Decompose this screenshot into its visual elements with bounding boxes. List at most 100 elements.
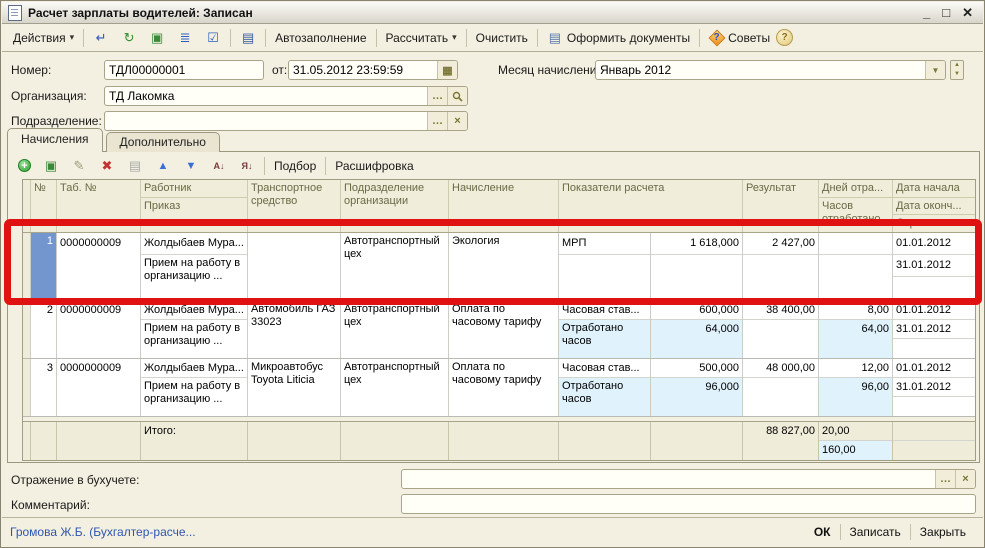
spin-down-icon[interactable]: ▼ [951, 70, 963, 79]
cell-department[interactable]: Автотранспортный цех [341, 301, 449, 358]
cell-worker[interactable]: Жолдыбаев Мура... Прием на работу в орга… [141, 233, 248, 300]
cell-tab-number[interactable]: 0000000009 [57, 233, 141, 300]
calendar-icon[interactable]: ▦ [437, 61, 457, 79]
close-window-button[interactable]: Закрыть [911, 523, 975, 541]
month-spinner[interactable]: ▲ ▼ [950, 60, 964, 80]
tab-additional[interactable]: Дополнительно [106, 132, 220, 152]
cell-department[interactable]: Автотранспортный цех [341, 359, 449, 416]
cell-tab-number[interactable]: 0000000009 [57, 301, 141, 358]
sort-desc-button[interactable]: Я↓ [233, 158, 261, 174]
organization-field[interactable]: ТД Лакомка … [104, 86, 468, 106]
move-down-button[interactable]: ▼ [177, 155, 205, 177]
row-gutter[interactable] [23, 359, 31, 416]
cell-indicator-value[interactable]: 1 618,000 [651, 233, 743, 300]
ok-button[interactable]: ОК [805, 523, 840, 541]
cell-days-hours[interactable]: 8,00 64,00 [819, 301, 893, 358]
make-documents-button[interactable]: ▤ Оформить документы [541, 27, 696, 49]
sort-asc-button[interactable]: А↓ [205, 158, 233, 174]
cell-dates[interactable]: 01.01.2012 31.01.2012 [893, 359, 975, 416]
cell-num[interactable]: 1 [31, 233, 57, 300]
tab-bar: Начисления Дополнительно [7, 129, 223, 152]
row-gutter[interactable] [23, 233, 31, 300]
clear-field-icon[interactable]: × [955, 470, 975, 488]
move-down-icon: ▼ [183, 158, 199, 174]
spin-up-icon[interactable]: ▲ [951, 61, 963, 70]
comment-field[interactable] [401, 494, 976, 514]
cell-days-hours[interactable] [819, 233, 893, 300]
row-gutter[interactable] [23, 301, 31, 358]
date-field[interactable]: 31.05.2012 23:59:59 ▦ [288, 60, 458, 80]
detail-button[interactable]: Расшифровка [329, 156, 419, 176]
cell-indicator-name[interactable]: Часовая став... Отработано часов [559, 301, 651, 358]
list-settings-button[interactable]: ≣ [171, 27, 199, 49]
cell-indicator-name[interactable]: Часовая став... Отработано часов [559, 359, 651, 416]
number-label: Номер: [11, 63, 51, 77]
actions-menu-button[interactable]: Действия ▾ [7, 28, 80, 48]
cell-vehicle[interactable] [248, 233, 341, 300]
cell-vehicle[interactable]: Микроавтобус Toyota Liticia [248, 359, 341, 416]
cell-num[interactable]: 2 [31, 301, 57, 358]
cell-indicator-name[interactable]: МРП [559, 233, 651, 300]
search-icon[interactable] [447, 87, 467, 105]
cell-accrual[interactable]: Оплата по часовому тарифу [449, 359, 559, 416]
select-dots-icon[interactable]: … [427, 112, 447, 130]
clear-button[interactable]: Очистить [470, 28, 534, 48]
organization-label: Организация: [11, 89, 87, 103]
checklist-button[interactable]: ☑ [199, 27, 227, 49]
totals-row: Итого: 88 827,00 20,00 160,00 [23, 421, 975, 460]
minimize-button[interactable]: _ [923, 6, 930, 20]
separator [325, 157, 326, 175]
autofill-button[interactable]: Автозаполнение [269, 28, 372, 48]
cell-accrual[interactable]: Экология [449, 233, 559, 300]
outline-button[interactable]: ▤ [234, 27, 262, 49]
move-up-button[interactable]: ▲ [149, 155, 177, 177]
pick-button[interactable]: Подбор [268, 156, 322, 176]
header-indicators: Показатели расчета [559, 180, 743, 232]
actions-label: Действия [13, 31, 66, 45]
copy-document-button[interactable]: ▣ [143, 27, 171, 49]
add-row-button[interactable]: + [12, 156, 37, 175]
calculate-label: Рассчитать [386, 31, 449, 45]
cell-worker[interactable]: Жолдыбаев Мура... Прием на работу в орга… [141, 359, 248, 416]
select-dots-icon[interactable]: … [427, 87, 447, 105]
separator [376, 29, 377, 47]
end-edit-button[interactable]: ▤ [121, 155, 149, 177]
cell-department[interactable]: Автотранспортный цех [341, 233, 449, 300]
delete-row-button[interactable]: ✖ [93, 155, 121, 177]
cell-indicator-value[interactable]: 500,000 96,000 [651, 359, 743, 416]
clear-field-icon[interactable]: × [447, 112, 467, 130]
edit-row-button[interactable]: ✎ [65, 155, 93, 177]
cell-result[interactable]: 38 400,00 [743, 301, 819, 358]
tab-accruals[interactable]: Начисления [7, 128, 103, 152]
comment-label: Комментарий: [11, 498, 90, 512]
cell-tab-number[interactable]: 0000000009 [57, 359, 141, 416]
cell-accrual[interactable]: Оплата по часовому тарифу [449, 301, 559, 358]
maximize-button[interactable]: □ [942, 6, 950, 20]
refresh-button[interactable]: ↻ [115, 27, 143, 49]
cell-num[interactable]: 3 [31, 359, 57, 416]
reflection-field[interactable]: … × [401, 469, 976, 489]
copy-row-button[interactable]: ▣ [37, 155, 65, 177]
cell-indicator-value[interactable]: 600,000 64,000 [651, 301, 743, 358]
cell-worker[interactable]: Жолдыбаев Мура... Прием на работу в орга… [141, 301, 248, 358]
month-field[interactable]: Январь 2012 ▼ [595, 60, 946, 80]
help-button[interactable]: ? [776, 29, 793, 46]
cell-dates[interactable]: 01.01.2012 31.01.2012 [893, 301, 975, 358]
document-icon [8, 5, 22, 21]
tips-button[interactable]: ? Советы [703, 27, 776, 48]
reread-button[interactable]: ↵ [87, 27, 115, 49]
cell-vehicle[interactable]: Автомобиль ГАЗ 33023 [248, 301, 341, 358]
dropdown-icon[interactable]: ▼ [925, 61, 945, 79]
calculate-menu-button[interactable]: Рассчитать ▾ [380, 28, 463, 48]
close-button[interactable]: ✕ [962, 6, 973, 20]
cell-days-hours[interactable]: 12,00 96,00 [819, 359, 893, 416]
cell-result[interactable]: 48 000,00 [743, 359, 819, 416]
select-dots-icon[interactable]: … [935, 470, 955, 488]
number-field[interactable]: ТДЛ00000001 [104, 60, 264, 80]
cell-result[interactable]: 2 427,00 [743, 233, 819, 300]
cell-dates[interactable]: 01.01.2012 31.01.2012 [893, 233, 975, 300]
totals-empty [449, 422, 559, 460]
responsible-user-link[interactable]: Громова Ж.Б. (Бухгалтер-расче... [10, 525, 805, 539]
department-field[interactable]: … × [104, 111, 468, 131]
save-button[interactable]: Записать [841, 523, 910, 541]
